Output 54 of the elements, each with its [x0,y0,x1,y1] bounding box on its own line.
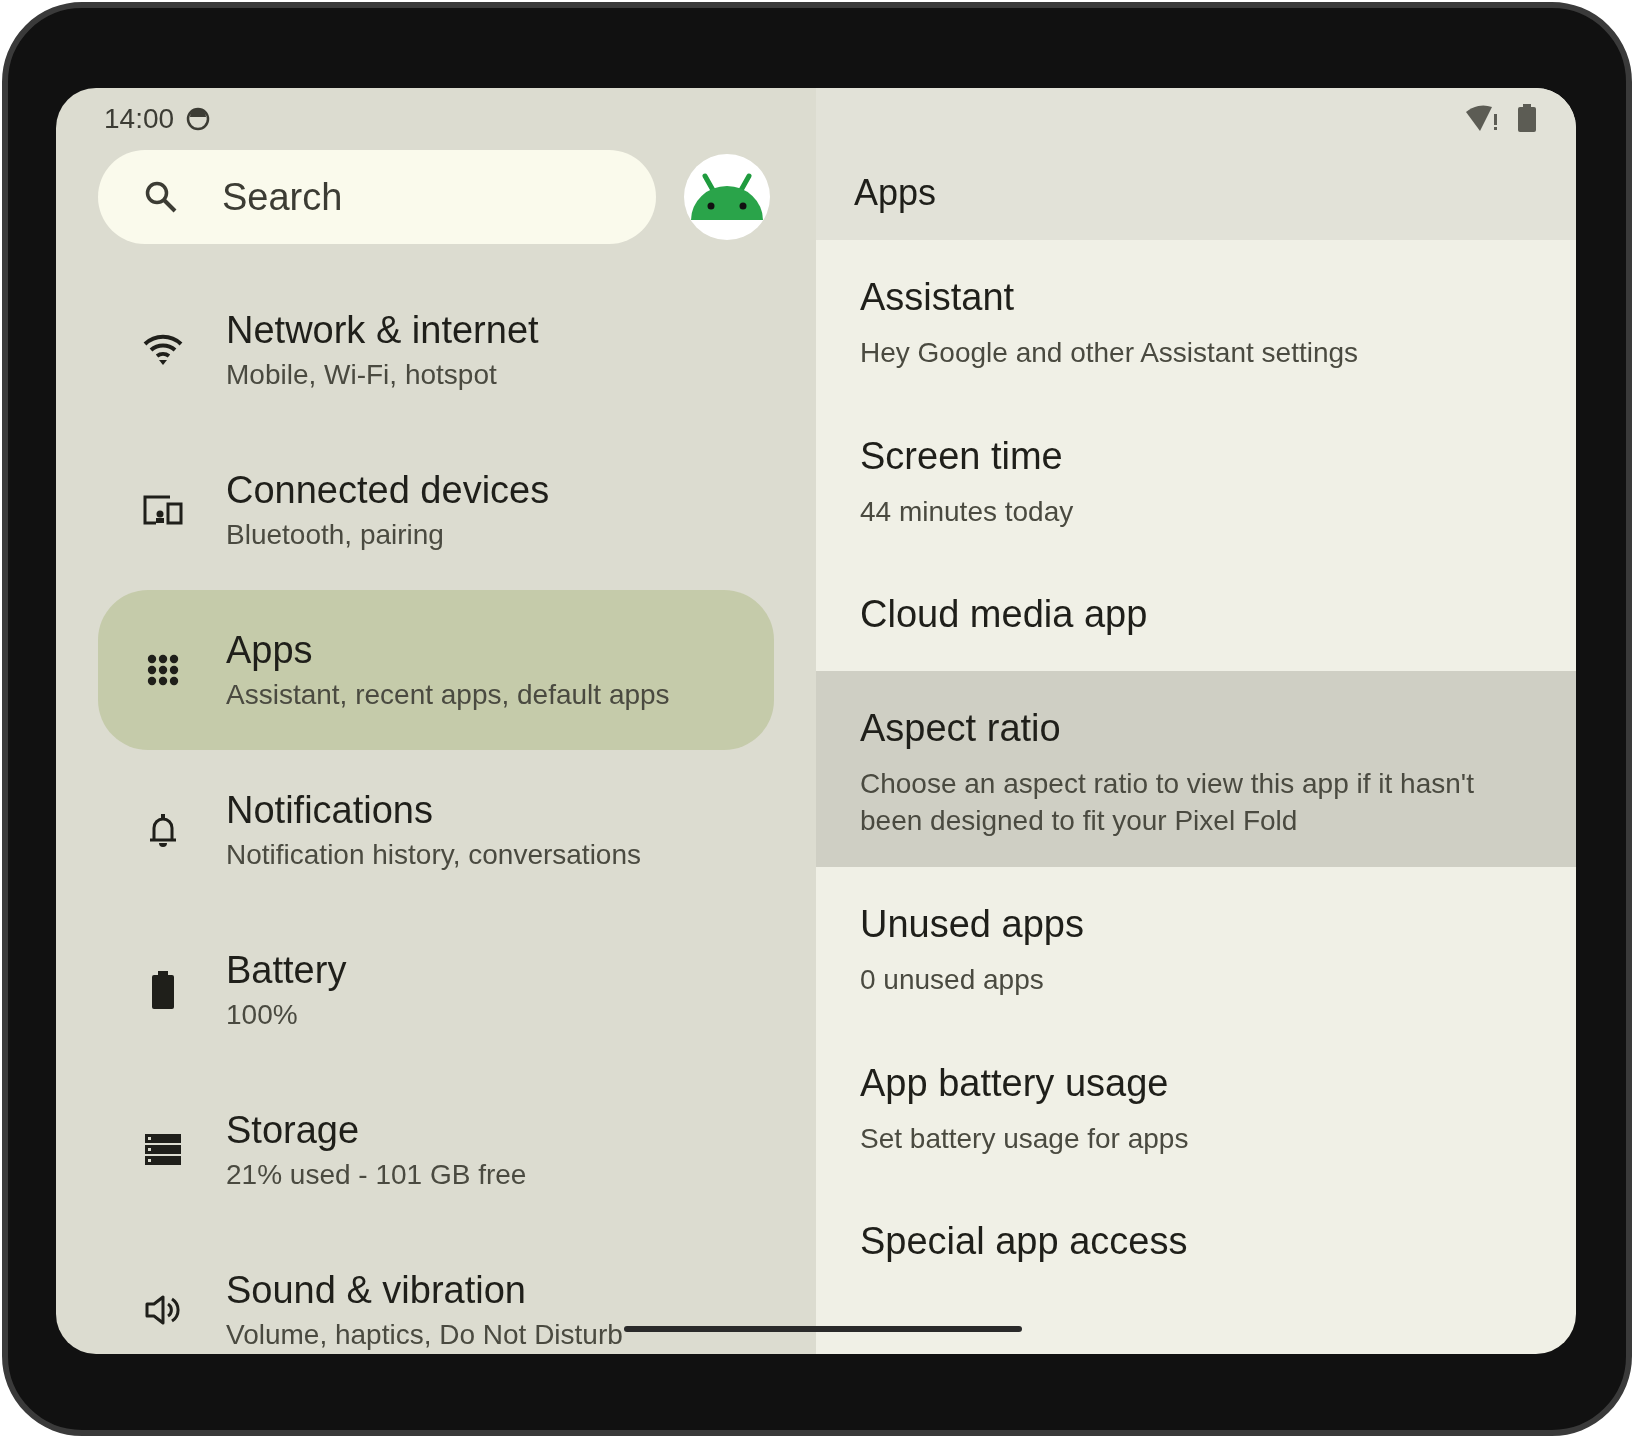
grid-icon [147,654,179,686]
menu-item-title: Storage [226,1108,361,1152]
detail-item[interactable]: App battery usage Set battery usage for apps [816,1026,1576,1185]
menu-item-subtitle: 21% used - 101 GB free [226,1158,527,1192]
battery-icon [1518,104,1536,132]
menu-item[interactable]: Apps Assistant, recent apps, default apps [98,590,774,750]
detail-item-title: Screen time [860,433,1064,479]
menu-item-subtitle: Notification history, conversations [226,838,641,872]
menu-item-subtitle: Volume, haptics, Do Not Disturb [226,1318,623,1352]
detail-title: Apps [854,171,937,215]
detail-item-title: Unused apps [860,901,1085,947]
menu-item-subtitle: Bluetooth, pairing [226,518,445,552]
menu-item-title: Notifications [226,788,434,832]
detail-item-subtitle: Set battery usage for apps [860,1121,1190,1156]
menu-item-title: Sound & vibration [226,1268,527,1312]
detail-item-title: Assistant [860,274,1016,320]
wifi-alert-icon [1466,104,1500,132]
detail-item[interactable]: Cloud media app [816,558,1576,671]
menu-item[interactable]: Storage 21% used - 101 GB free [98,1070,774,1230]
menu-item-subtitle: Mobile, Wi-Fi, hotspot [226,358,498,392]
menu-item-title: Network & internet [226,308,539,352]
menu-item-title: Battery [226,948,347,992]
speaker-icon [145,1294,181,1326]
search-field[interactable]: Search [98,150,656,244]
detail-item-title: Cloud media app [860,592,1149,637]
wifi-icon [143,334,183,366]
face-icon [186,107,211,131]
storage-icon [145,1134,181,1166]
detail-item[interactable]: Assistant Hey Google and other Assistant settings [816,240,1576,399]
clock: 14:00 [104,102,175,136]
detail-item-title: App battery usage [860,1060,1170,1106]
menu-item[interactable]: Sound & vibration Volume, haptics, Do Not Disturb [98,1230,774,1354]
detail-item-title: Aspect ratio [860,705,1062,751]
menu-item[interactable]: Notifications Notification history, conversations [98,750,774,910]
detail-item-subtitle: Choose an aspect ratio to view this app if it hasn't been designed to fit your Pixel Fold [860,766,1475,838]
menu-item-subtitle: 100% [226,998,299,1032]
menu-item[interactable]: Battery 100% [98,910,774,1070]
detail-item-title: Special app access [860,1219,1189,1264]
bell-icon [148,812,178,848]
menu-item[interactable]: Connected devices Bluetooth, pairing [98,430,774,590]
detail-item[interactable]: Special app access [816,1185,1576,1298]
battery-icon [151,971,175,1009]
devices-icon [142,494,184,526]
detail-item[interactable]: Aspect ratio Choose an aspect ratio to view this app if it hasn't been designed to fit your Pixel Fold [816,671,1576,867]
detail-item-subtitle: 44 minutes today [860,494,1075,529]
detail-item[interactable]: Screen time 44 minutes today [816,399,1576,558]
menu-item-title: Connected devices [226,468,550,512]
detail-item-subtitle: Hey Google and other Assistant settings [860,335,1360,370]
menu-item-subtitle: Assistant, recent apps, default apps [226,678,670,712]
detail-item[interactable]: Unused apps 0 unused apps [816,867,1576,1026]
search-icon [144,180,178,214]
menu-item[interactable]: Network & internet Mobile, Wi-Fi, hotspot [98,270,774,430]
menu-item-title: Apps [226,628,314,672]
detail-item-subtitle: 0 unused apps [860,962,1045,997]
